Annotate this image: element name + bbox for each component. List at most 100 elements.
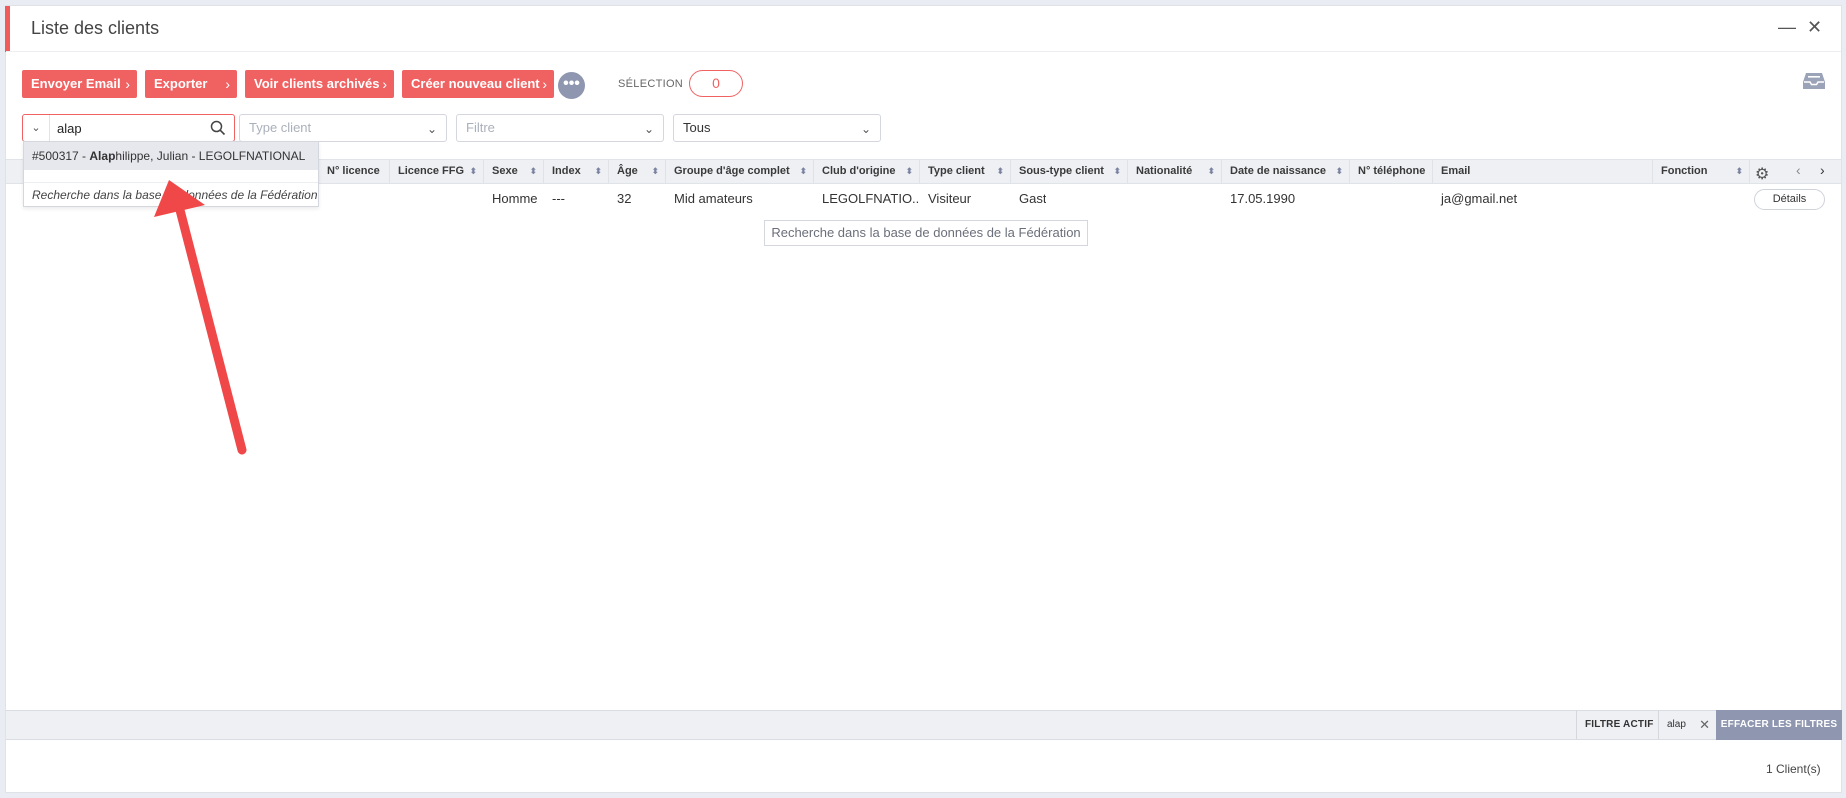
client-type-placeholder: Type client (249, 120, 312, 135)
col-header-label: Date de naissance (1230, 165, 1326, 177)
cell-type-client: Visiteur (928, 191, 972, 206)
search-mode-dropdown[interactable]: ⌄ (23, 115, 50, 141)
filter-select[interactable]: Filtre ⌄ (456, 114, 664, 142)
col-header-label: Licence FFG (398, 165, 465, 177)
col-header-label: Type client (928, 165, 985, 177)
active-filter-value: alap (1667, 719, 1686, 730)
client-search-input[interactable] (57, 119, 197, 137)
suggestion-match: Alap (89, 149, 116, 163)
col-header-club[interactable]: Club d'origine ⬍ (814, 160, 920, 183)
col-header-telephone[interactable]: N° téléphone (1350, 160, 1433, 183)
suggestion-rest: hilippe, Julian - LEGOLFNATIONAL (115, 149, 306, 163)
sort-icon: ⬍ (651, 166, 659, 176)
view-archived-label: Voir clients archivés (254, 76, 380, 91)
sort-icon: ⬍ (1207, 166, 1215, 176)
col-header-licence[interactable]: N° licence (319, 160, 390, 183)
selection-count-badge[interactable]: 0 (689, 70, 743, 97)
window-title: Liste des clients (31, 18, 160, 38)
close-button[interactable]: ✕ (1807, 18, 1822, 36)
client-type-select[interactable]: Type client ⌄ (239, 114, 447, 142)
filter-bar: ⌄ Type client ⌄ Filtre ⌄ Tous ⌄ (6, 110, 1841, 142)
chevron-down-icon: ⌄ (860, 122, 871, 136)
suggestion-item[interactable]: #500317 - Alaphilippe, Julian - LEGOLFNA… (24, 142, 318, 170)
col-header-groupe-age[interactable]: Groupe d'âge complet ⬍ (666, 160, 814, 183)
col-header-label: Email (1441, 165, 1471, 177)
selection-label: SÉLECTION (618, 78, 684, 90)
col-header-label: N° téléphone (1358, 165, 1426, 177)
close-icon[interactable]: ✕ (1699, 711, 1710, 739)
sort-icon: ⬍ (529, 166, 537, 176)
chevron-right-icon: › (125, 76, 130, 92)
col-header-fonction[interactable]: Fonction ⬍ (1653, 160, 1750, 183)
status-value: Tous (683, 120, 711, 135)
sort-icon: ⬍ (1735, 166, 1743, 176)
sort-icon: ⬍ (799, 166, 807, 176)
client-search-box[interactable]: ⌄ (22, 114, 235, 142)
create-client-label: Créer nouveau client (411, 76, 540, 91)
send-email-button[interactable]: Envoyer Email › (22, 70, 137, 98)
status-bar: FILTRE ACTIF alap ✕ EFFACER LES FILTRES (6, 710, 1842, 740)
col-header-sous-type[interactable]: Sous-type client ⬍ (1011, 160, 1128, 183)
create-client-button[interactable]: Créer nouveau client › (402, 70, 554, 98)
clear-filters-button[interactable]: EFFACER LES FILTRES (1716, 710, 1842, 740)
cell-age: 32 (617, 191, 632, 206)
titlebar: Liste des clients — ✕ (6, 6, 1841, 52)
toolbar: Envoyer Email › Exporter › Voir clients … (6, 64, 1841, 99)
suggestion-prefix: #500317 - (32, 149, 90, 163)
more-actions-button[interactable]: ••• (558, 72, 585, 99)
sort-icon: ⬍ (905, 166, 913, 176)
chevron-right-icon: › (542, 76, 547, 92)
cell-club: LEGOLFNATIO... (822, 191, 920, 206)
col-header-label: Sous-type client (1019, 165, 1104, 177)
cell-groupe-age: Mid amateurs (674, 191, 753, 206)
federation-search-button[interactable]: Recherche dans la base de données de la … (764, 220, 1088, 246)
col-header-nationalite[interactable]: Nationalité ⬍ (1128, 160, 1222, 183)
cell-email: ja@gmail.net (1441, 191, 1518, 206)
client-list-window: Liste des clients — ✕ Envoyer Email › Ex… (5, 5, 1842, 793)
col-header-age[interactable]: Âge ⬍ (609, 160, 666, 183)
export-label: Exporter (154, 76, 208, 91)
col-header-label: Fonction (1661, 165, 1708, 177)
chevron-right-icon[interactable]: › (1820, 162, 1825, 178)
col-header-naissance[interactable]: Date de naissance ⬍ (1222, 160, 1350, 183)
details-button[interactable]: Détails (1754, 189, 1825, 210)
view-archived-button[interactable]: Voir clients archivés › (245, 70, 394, 98)
export-button[interactable]: Exporter › (145, 70, 237, 98)
minimize-button[interactable]: — (1778, 18, 1796, 36)
client-count: 1 Client(s) (1766, 762, 1821, 776)
search-icon[interactable] (210, 120, 226, 136)
suggestion-federation-search[interactable]: Recherche dans la base de données de la … (24, 182, 318, 206)
inbox-tray-icon[interactable] (1802, 71, 1826, 91)
chevron-right-icon: › (382, 76, 387, 92)
sort-icon: ⬍ (1113, 166, 1121, 176)
col-header-label: Sexe (492, 165, 518, 177)
col-header-label: Club d'origine (822, 165, 896, 177)
col-header-email[interactable]: Email (1433, 160, 1653, 183)
chevron-down-icon: ⌄ (426, 122, 437, 136)
send-email-label: Envoyer Email (31, 76, 121, 91)
cell-sous-type: Gast (1019, 191, 1047, 206)
active-filter-chip[interactable]: alap ✕ (1658, 711, 1716, 739)
gear-icon[interactable]: ⚙ (1755, 164, 1769, 184)
active-filter-label: FILTRE ACTIF (1576, 711, 1662, 739)
chevron-right-icon: › (225, 76, 230, 92)
sort-icon: ⬍ (996, 166, 1004, 176)
col-header-type-client[interactable]: Type client ⬍ (920, 160, 1011, 183)
cell-index: --- (552, 191, 565, 206)
col-header-label: N° licence (327, 165, 380, 177)
sort-icon: ⬍ (594, 166, 602, 176)
col-header-label: Âge (617, 165, 638, 177)
chevron-left-icon[interactable]: ‹ (1796, 162, 1801, 178)
sort-icon: ⬍ (1335, 166, 1343, 176)
col-header-label: Index (552, 165, 581, 177)
chevron-down-icon: ⌄ (643, 122, 654, 136)
cell-naissance: 17.05.1990 (1230, 191, 1296, 206)
col-header-sexe[interactable]: Sexe ⬍ (484, 160, 544, 183)
col-header-label: Nationalité (1136, 165, 1193, 177)
cell-sexe: Homme (492, 191, 538, 206)
sort-icon: ⬍ (469, 166, 477, 176)
col-header-label: Groupe d'âge complet (674, 165, 790, 177)
status-select[interactable]: Tous ⌄ (673, 114, 881, 142)
col-header-licence-ffg[interactable]: Licence FFG ⬍ (390, 160, 484, 183)
col-header-index[interactable]: Index ⬍ (544, 160, 609, 183)
